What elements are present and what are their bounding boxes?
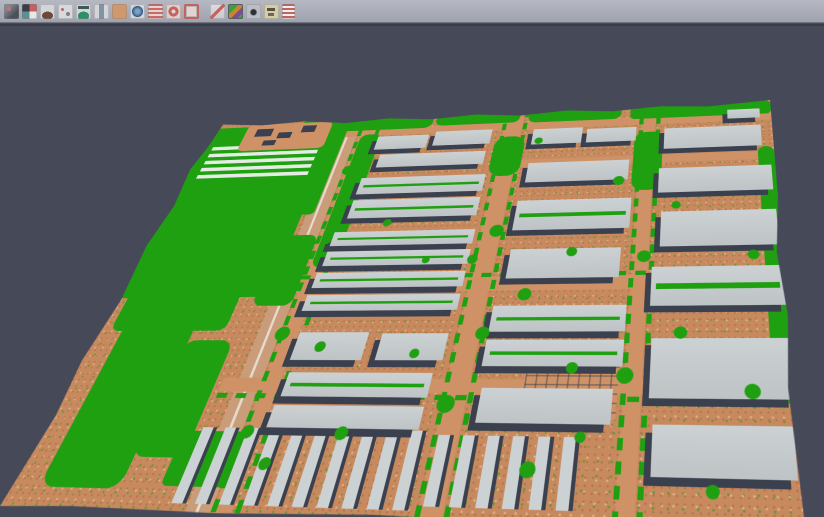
building-roof [330, 229, 476, 246]
tree-cluster [613, 176, 625, 185]
tree-cluster [674, 326, 688, 338]
building-roof [376, 151, 486, 168]
terrain-model-icon[interactable] [40, 4, 55, 19]
selection-brackets-icon[interactable] [184, 4, 199, 19]
building-roof [482, 340, 625, 367]
tree-cluster [706, 485, 720, 500]
building-roof [356, 174, 486, 194]
building-roof [280, 372, 432, 397]
building-roof [660, 209, 779, 247]
building-roof [650, 425, 798, 481]
camera-icon[interactable] [246, 4, 261, 19]
shed-row [171, 427, 428, 511]
open-scene-icon[interactable] [4, 4, 19, 19]
tree-cluster [382, 219, 393, 227]
tree-cluster [748, 249, 760, 259]
building-roof [650, 265, 787, 306]
building-roof [290, 332, 370, 360]
classification-map-icon[interactable] [228, 4, 243, 19]
building-roof [505, 247, 621, 278]
roof-skylight-stripe [310, 301, 453, 304]
roof-skylight-stripe [519, 211, 626, 218]
roof-skylight-stripe [496, 316, 621, 320]
main-toolbar [0, 0, 824, 23]
building-roof [488, 305, 626, 332]
orthophoto-icon[interactable] [112, 4, 127, 19]
building-roof [311, 271, 465, 288]
point-cloud-icon[interactable] [58, 4, 73, 19]
roof-skylight-stripe [290, 383, 425, 387]
building-roof [432, 129, 493, 145]
building-roof [347, 197, 481, 219]
tin-surface-icon[interactable] [76, 4, 91, 19]
roof-skylight-stripe [330, 256, 463, 260]
building-roof [322, 249, 471, 266]
tree-cluster [574, 431, 586, 443]
red-list-icon[interactable] [148, 4, 163, 19]
roof-skylight-stripe [337, 235, 468, 240]
building-roof [512, 198, 631, 231]
tree-cluster [671, 201, 681, 209]
building-roof [727, 108, 760, 118]
axes-icon[interactable] [264, 4, 279, 19]
app-window [0, 0, 824, 517]
grid-overlay-icon[interactable] [210, 4, 225, 19]
globe-icon[interactable] [130, 4, 145, 19]
profile-ruler-icon[interactable] [94, 4, 109, 19]
roof-skylight-stripe [320, 278, 459, 282]
flag-icon[interactable] [282, 4, 295, 19]
image-pair-icon[interactable] [22, 4, 37, 19]
building-roof [475, 388, 613, 425]
roof-skylight-stripe [656, 282, 780, 289]
roof-skylight-stripe [355, 205, 474, 211]
terrain-plane [0, 100, 806, 517]
3d-viewport[interactable] [0, 24, 824, 517]
target-circle-icon[interactable] [166, 4, 181, 19]
building-roof [658, 165, 773, 193]
building-roof [374, 135, 430, 150]
shed-row [423, 435, 584, 511]
roof-skylight-stripe [363, 181, 479, 187]
tree-cluster [474, 326, 491, 339]
building-roof [301, 294, 460, 311]
building-roof [649, 338, 795, 400]
building-roof [664, 125, 762, 149]
tree-cluster [516, 288, 532, 301]
building-roof [586, 127, 637, 143]
tree-cluster [744, 384, 761, 400]
roof-skylight-stripe [489, 351, 618, 355]
